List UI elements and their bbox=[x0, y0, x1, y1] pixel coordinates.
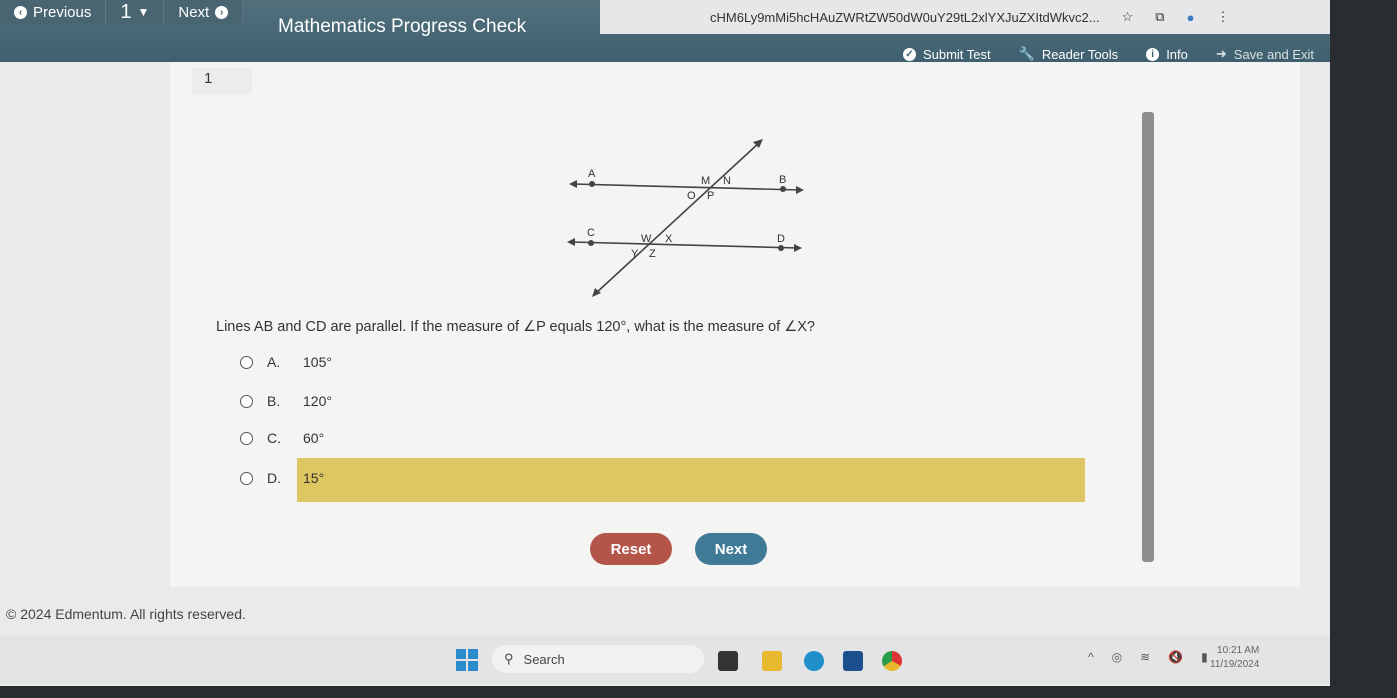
url-text[interactable]: cHM6Ly9mMi5hcHAuZWRtZW50dW0uY29tL2xlYXJu… bbox=[710, 10, 1100, 25]
question-number: 1 bbox=[192, 68, 252, 94]
reader-tools-button[interactable]: 🔧 Reader Tools bbox=[1019, 46, 1119, 62]
profile-icon[interactable]: ● bbox=[1187, 10, 1195, 25]
search-icon: ⚲ bbox=[504, 651, 514, 666]
label-X: X bbox=[665, 233, 673, 245]
previous-button[interactable]: ‹ Previous bbox=[0, 0, 107, 24]
page-title: Mathematics Progress Check bbox=[278, 16, 527, 37]
label-O: O bbox=[687, 190, 696, 202]
wrench-icon: 🔧 bbox=[1018, 46, 1035, 61]
option-d[interactable]: D. 15° bbox=[240, 470, 324, 486]
taskbar-search[interactable]: ⚲ Search bbox=[492, 645, 704, 673]
submit-test-button[interactable]: ✓ Submit Test bbox=[902, 47, 991, 62]
option-c[interactable]: C. 60° bbox=[240, 430, 324, 446]
label-Z: Z bbox=[649, 248, 656, 260]
label-B: B bbox=[779, 174, 786, 186]
line-cd bbox=[570, 241, 799, 249]
next-nav-button[interactable]: Next › bbox=[164, 0, 244, 24]
radio-button[interactable] bbox=[240, 471, 253, 485]
radio-button[interactable] bbox=[240, 394, 253, 408]
save-exit-button[interactable]: ➜ Save and Exit bbox=[1216, 46, 1314, 62]
extension-icon[interactable]: ⧉ bbox=[1155, 9, 1164, 25]
exit-icon: ➜ bbox=[1215, 46, 1227, 61]
task-view-icon[interactable] bbox=[718, 651, 738, 671]
label-M: M bbox=[701, 175, 710, 187]
browser-address-bar[interactable]: cHM6Ly9mMi5hcHAuZWRtZW50dW0uY29tL2xlYXJu… bbox=[600, 0, 1330, 34]
edge-icon[interactable] bbox=[804, 651, 824, 671]
label-W: W bbox=[641, 233, 652, 245]
label-D: D bbox=[777, 233, 785, 245]
question-select[interactable]: 1 ▼ bbox=[106, 0, 165, 24]
arrow-left-icon: ‹ bbox=[14, 5, 27, 19]
reset-button[interactable]: Reset bbox=[590, 533, 672, 565]
menu-icon[interactable]: ⋮ bbox=[1216, 9, 1229, 25]
clock[interactable]: 10:21 AM 11/19/2024 bbox=[1210, 644, 1259, 672]
info-button[interactable]: i Info bbox=[1146, 47, 1188, 62]
chevron-down-icon: ▼ bbox=[137, 5, 150, 19]
transversal bbox=[594, 141, 761, 295]
option-b[interactable]: B. 120° bbox=[240, 393, 332, 409]
parallel-lines-diagram: A B C D M N O P W X Y Z bbox=[567, 139, 804, 297]
notification-icon[interactable]: ◎ bbox=[1112, 650, 1122, 664]
label-Y: Y bbox=[631, 248, 639, 260]
screen: ‹ Previous 1 ▼ Next › Mathematics Progress … bbox=[0, 0, 1330, 686]
chevron-up-icon[interactable]: ^ bbox=[1088, 650, 1094, 664]
windows-start-icon[interactable] bbox=[456, 649, 478, 671]
scrollbar[interactable] bbox=[1142, 112, 1154, 562]
next-button[interactable]: Next bbox=[695, 533, 767, 565]
question-text: Lines AB and CD are parallel. If the mea… bbox=[216, 319, 815, 335]
volume-muted-icon[interactable]: 🔇 bbox=[1168, 650, 1183, 664]
star-icon[interactable]: ☆ bbox=[1122, 9, 1134, 25]
wifi-icon[interactable]: ≋ bbox=[1140, 650, 1150, 664]
check-circle-icon: ✓ bbox=[902, 47, 916, 61]
taskbar: ⚲ Search ^ ◎ ≋ 🔇 ▮ 10:21 AM 11/19/2024 bbox=[0, 636, 1330, 684]
label-C: C bbox=[587, 227, 595, 239]
highlight bbox=[297, 458, 1085, 502]
footer-copyright: © 2024 Edmentum. All rights reserved. bbox=[6, 606, 246, 622]
arrow-right-icon: › bbox=[215, 5, 229, 19]
question-card: 1 A B C D M N O P W X Y Z Lines AB and C… bbox=[170, 62, 1300, 587]
label-A: A bbox=[588, 168, 596, 180]
label-N: N bbox=[723, 175, 731, 187]
chrome-icon[interactable] bbox=[882, 651, 902, 671]
file-explorer-icon[interactable] bbox=[762, 651, 782, 671]
radio-button[interactable] bbox=[240, 355, 253, 369]
battery-icon[interactable]: ▮ bbox=[1201, 650, 1208, 664]
radio-button[interactable] bbox=[240, 431, 253, 445]
label-P: P bbox=[707, 190, 714, 202]
option-a[interactable]: A. 105° bbox=[240, 354, 332, 370]
store-icon[interactable] bbox=[843, 651, 863, 671]
info-icon: i bbox=[1146, 47, 1160, 61]
